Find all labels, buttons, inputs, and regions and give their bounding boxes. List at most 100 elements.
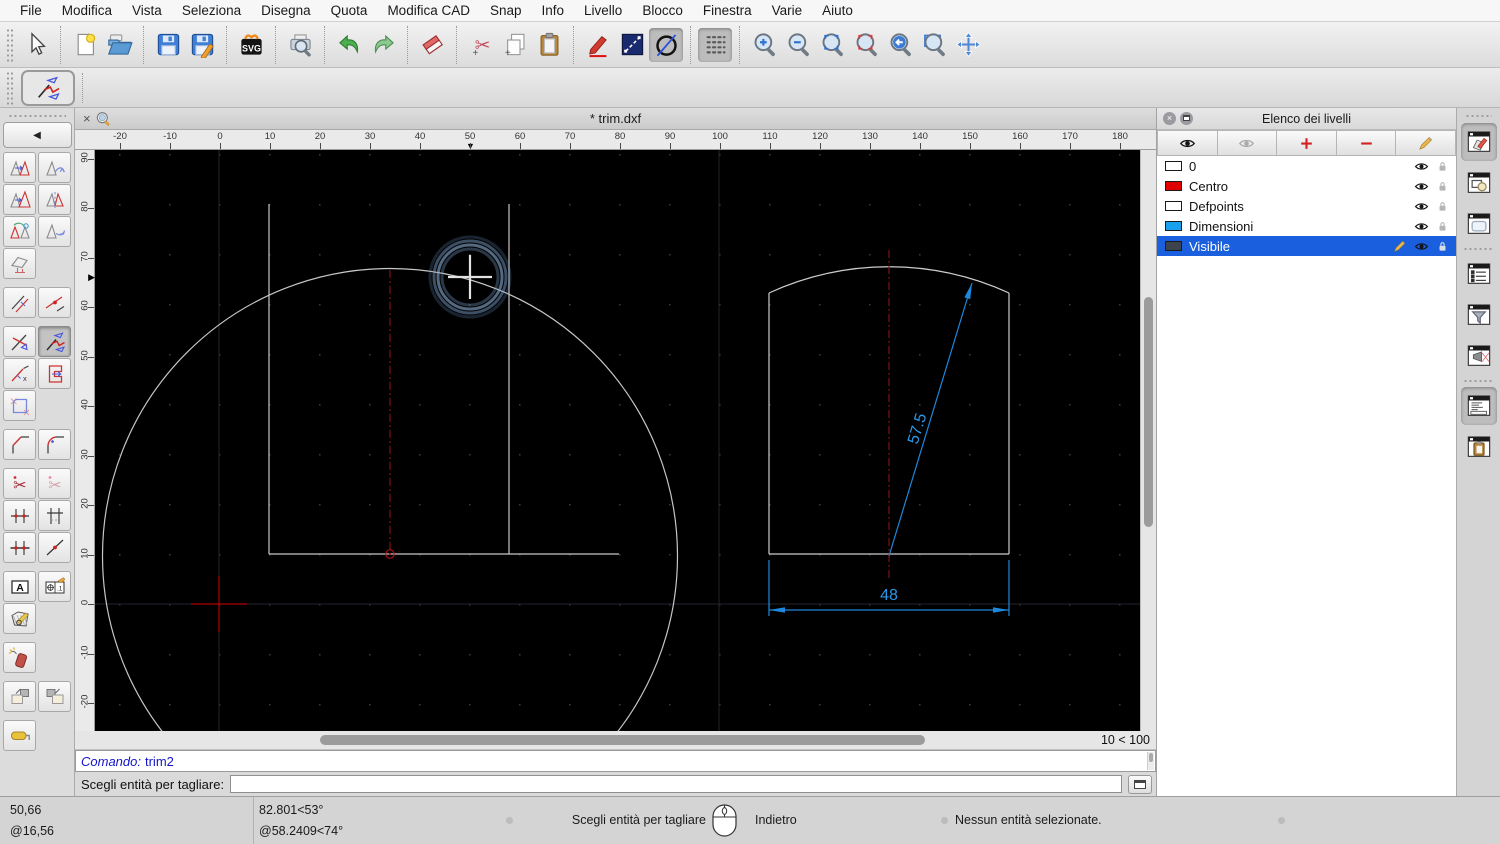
menu-item-info[interactable]: Info [532, 0, 575, 22]
tool-rotate-two-icon[interactable] [38, 216, 71, 247]
layer-edit-pencil-icon[interactable] [1392, 239, 1407, 254]
menu-item-snap[interactable]: Snap [480, 0, 532, 22]
tool-order-back-icon[interactable] [38, 681, 71, 712]
menu-item-aiuto[interactable]: Aiuto [812, 0, 863, 22]
copy-icon[interactable]: + [498, 28, 532, 62]
menu-item-quota[interactable]: Quota [321, 0, 378, 22]
zoom-auto-icon[interactable] [815, 28, 849, 62]
vertical-scrollbar-thumb[interactable] [1144, 297, 1153, 527]
tool-divide-two-icon[interactable]: ✂ [38, 468, 71, 499]
tool-break-out-icon[interactable] [3, 390, 36, 421]
menu-item-disegna[interactable]: Disegna [251, 0, 321, 22]
zoom-in-icon[interactable] [747, 28, 781, 62]
tool-break-segment-icon[interactable] [38, 500, 71, 531]
command-input[interactable] [230, 775, 1122, 793]
layer-color-swatch[interactable] [1165, 241, 1182, 251]
toolbar-handle[interactable] [6, 70, 15, 105]
selection-arrow-icon[interactable] [19, 28, 53, 62]
menu-item-modifica-cad[interactable]: Modifica CAD [377, 0, 480, 22]
layer-lock-icon[interactable] [1436, 160, 1449, 173]
layer-row-centro[interactable]: Centro [1157, 176, 1456, 196]
layer-color-swatch[interactable] [1165, 161, 1182, 171]
dock-view-icon[interactable] [1461, 337, 1497, 375]
save-icon[interactable] [151, 28, 185, 62]
redo-icon[interactable] [366, 28, 400, 62]
tool-break-manual-icon[interactable] [3, 532, 36, 563]
layer-row-dimensioni[interactable]: Dimensioni [1157, 216, 1456, 236]
new-document-icon[interactable] [68, 28, 102, 62]
zoom-previous-icon[interactable] [849, 28, 883, 62]
tool-move-icon[interactable] [3, 152, 36, 183]
dock-property-editor-icon[interactable] [1461, 205, 1497, 243]
tool-mirror-icon[interactable] [38, 184, 71, 215]
active-tool-trim-two-icon[interactable] [21, 69, 75, 106]
save-as-icon[interactable] [185, 28, 219, 62]
remove-layer-icon[interactable] [1336, 130, 1397, 156]
svg-export-icon[interactable]: SVG [234, 28, 268, 62]
zoom-pan-icon[interactable] [951, 28, 985, 62]
delete-icon[interactable] [415, 28, 449, 62]
vertical-scrollbar[interactable] [1140, 150, 1156, 731]
palette-handle[interactable] [8, 111, 66, 120]
layer-row-0[interactable]: 0 [1157, 156, 1456, 176]
layer-lock-icon[interactable] [1436, 240, 1449, 253]
dock-clipboard-icon[interactable] [1461, 428, 1497, 466]
menu-item-livello[interactable]: Livello [574, 0, 632, 22]
layer-row-visibile[interactable]: Visibile [1157, 236, 1456, 256]
tool-project-icon[interactable] [3, 248, 36, 279]
edit-pencil-icon[interactable] [581, 28, 615, 62]
tool-move-rotate-icon[interactable] [3, 216, 36, 247]
dock-handle[interactable] [1465, 111, 1492, 120]
dock-block-list-icon[interactable] [1461, 164, 1497, 202]
tool-stretch-icon[interactable] [38, 358, 71, 389]
dock-selection-list-icon[interactable] [1461, 255, 1497, 293]
tool-trim-two-icon[interactable] [38, 326, 71, 357]
menu-item-vista[interactable]: Vista [122, 0, 172, 22]
layer-color-swatch[interactable] [1165, 201, 1182, 211]
menu-item-modifica[interactable]: Modifica [52, 0, 122, 22]
layer-lock-icon[interactable] [1436, 220, 1449, 233]
menu-item-blocco[interactable]: Blocco [632, 0, 693, 22]
zoom-out-icon[interactable] [781, 28, 815, 62]
dock-layer-list-icon[interactable] [1460, 123, 1497, 161]
layer-visibility-eye-icon[interactable] [1414, 159, 1429, 174]
toolbar-handle[interactable] [6, 27, 15, 62]
add-layer-icon[interactable] [1277, 130, 1337, 156]
tool-edit-hatch-icon[interactable] [3, 603, 36, 634]
tool-round-icon[interactable] [38, 429, 71, 460]
horizontal-scrollbar[interactable]: 10 < 100 [75, 731, 1156, 750]
layer-row-defpoints[interactable]: Defpoints [1157, 196, 1456, 216]
snap-free-icon[interactable] [649, 27, 683, 62]
menu-item-varie[interactable]: Varie [762, 0, 813, 22]
paste-icon[interactable] [532, 28, 566, 62]
zoom-window-icon[interactable] [917, 28, 951, 62]
tool-order-front-icon[interactable] [3, 681, 36, 712]
tool-edit-text-icon[interactable]: A [3, 571, 36, 602]
tool-bevel-icon[interactable] [3, 429, 36, 460]
layer-lock-icon[interactable] [1436, 180, 1449, 193]
palette-back-button[interactable]: ◀ [2, 122, 72, 148]
tool-lengthen-icon[interactable] [38, 287, 71, 318]
tool-fill-icon[interactable] [3, 720, 36, 751]
tool-split-icon[interactable] [38, 532, 71, 563]
command-expand-icon[interactable] [1128, 774, 1152, 794]
show-all-layers-icon[interactable] [1157, 130, 1218, 156]
zoom-back-icon[interactable] [883, 28, 917, 62]
dock-command-line-icon[interactable] [1460, 387, 1497, 425]
menu-item-file[interactable]: File [10, 0, 52, 22]
tool-trim-icon[interactable] [3, 326, 36, 357]
tool-offset-icon[interactable] [3, 287, 36, 318]
measure-icon[interactable] [615, 28, 649, 62]
tool-rotate-icon[interactable] [38, 152, 71, 183]
print-preview-icon[interactable] [283, 28, 317, 62]
layer-color-swatch[interactable] [1165, 181, 1182, 191]
layer-visibility-eye-icon[interactable] [1414, 199, 1429, 214]
hide-all-layers-icon[interactable] [1217, 130, 1278, 156]
undo-icon[interactable] [332, 28, 366, 62]
layer-visibility-eye-icon[interactable] [1414, 239, 1429, 254]
tool-divide-icon[interactable]: ✂ [3, 468, 36, 499]
layer-lock-icon[interactable] [1436, 200, 1449, 213]
layer-color-swatch[interactable] [1165, 221, 1182, 231]
menu-item-finestra[interactable]: Finestra [693, 0, 762, 22]
open-document-icon[interactable] [102, 28, 136, 62]
